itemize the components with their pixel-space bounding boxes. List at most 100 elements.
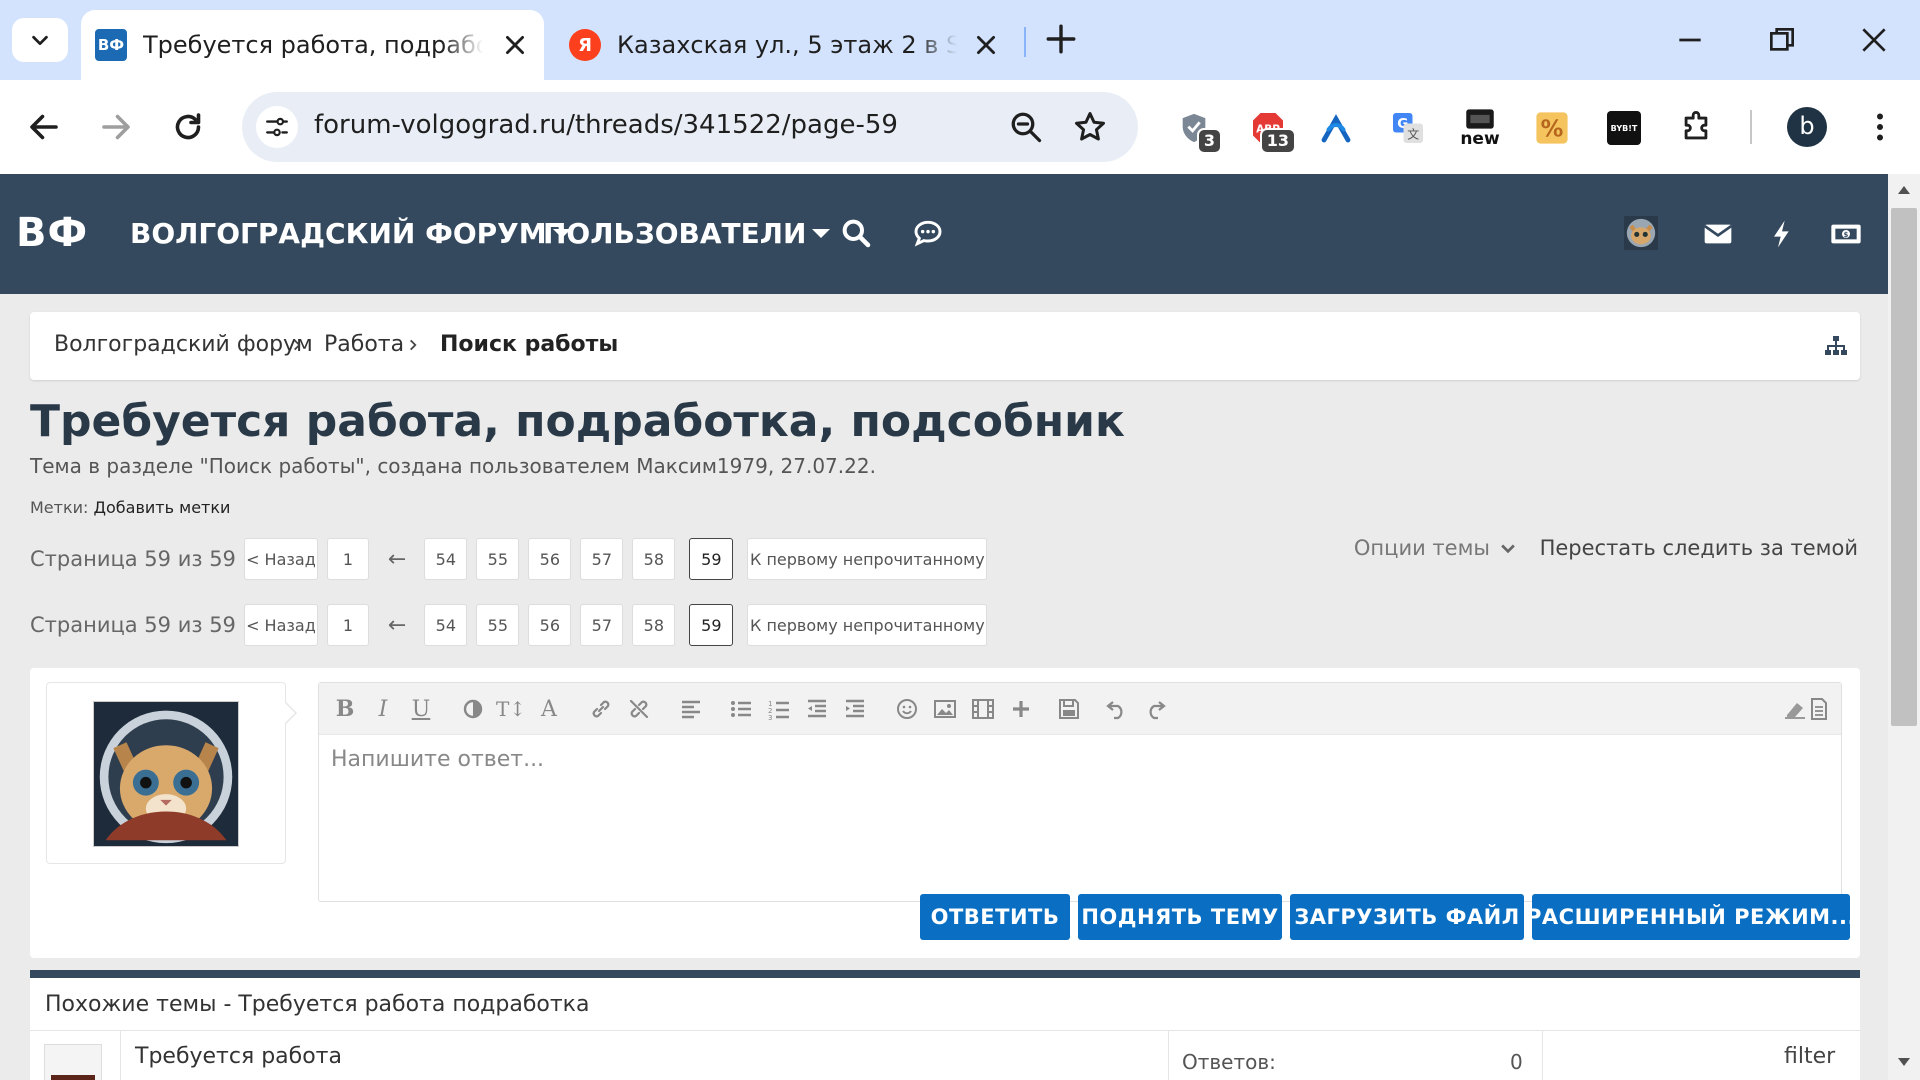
bullet-list-icon[interactable]	[729, 697, 753, 721]
reload-icon[interactable]	[170, 109, 206, 145]
similar-threads: Похожие темы - Требуется работа подработ…	[30, 970, 1860, 1080]
page-link-current[interactable]: 59	[689, 538, 734, 580]
page-link-first[interactable]: 1	[326, 538, 369, 580]
unwatch-thread-link[interactable]: Перестать следить за темой	[1540, 536, 1858, 560]
outdent-icon[interactable]	[805, 697, 829, 721]
indent-icon[interactable]	[843, 697, 867, 721]
save-draft-icon[interactable]	[1057, 697, 1081, 721]
search-icon[interactable]	[840, 217, 872, 249]
advanced-mode-button[interactable]: РАСШИРЕННЫЙ РЕЖИМ...	[1526, 894, 1855, 940]
numbered-list-icon[interactable]: 123	[767, 697, 791, 721]
page-link[interactable]: 55	[476, 604, 520, 646]
translate-extension-icon[interactable]: G文	[1386, 106, 1430, 150]
page-link[interactable]: 54	[424, 538, 468, 580]
first-unread-button[interactable]: К первому непрочитанному	[747, 538, 988, 580]
nav-menu-forum[interactable]: ВОЛГОГРАДСКИЙ ФОРУМ	[130, 217, 571, 250]
eraser-icon[interactable]	[1783, 697, 1807, 721]
upload-file-button[interactable]: ЗАГРУЗИТЬ ФАЙЛ	[1290, 894, 1524, 940]
close-tab-icon[interactable]	[502, 32, 528, 58]
add-tags-link[interactable]: Добавить метки	[94, 498, 231, 517]
coupon-extension-icon[interactable]: %	[1530, 106, 1574, 150]
smiley-icon[interactable]	[895, 697, 919, 721]
page-link[interactable]: 55	[476, 538, 520, 580]
close-window-icon[interactable]	[1858, 24, 1890, 56]
page-gap-arrow[interactable]: ←	[388, 547, 406, 572]
page-link[interactable]: 58	[632, 604, 676, 646]
similar-threads-heading: Похожие темы - Требуется работа подработ…	[45, 992, 590, 1017]
prev-page-button[interactable]: < Назад	[243, 538, 318, 580]
image-icon[interactable]	[933, 697, 957, 721]
scrollbar-thumb[interactable]	[1891, 208, 1917, 726]
forum-logo[interactable]: ВФ	[16, 210, 88, 256]
unlink-icon[interactable]	[627, 697, 651, 721]
page-link-first[interactable]: 1	[326, 604, 369, 646]
underline-icon[interactable]: U	[409, 697, 433, 722]
user-avatar-icon[interactable]	[1624, 216, 1658, 250]
adblock-extension-icon[interactable]: ABP 13	[1246, 106, 1296, 154]
text-color-icon[interactable]	[461, 697, 485, 721]
bold-icon[interactable]: B	[333, 696, 357, 722]
kebab-menu-icon[interactable]	[1862, 109, 1898, 145]
site-info-button[interactable]	[256, 106, 298, 148]
link-icon[interactable]	[589, 697, 613, 721]
toggle-bbcode-icon[interactable]	[1807, 697, 1831, 721]
reply-button[interactable]: ОТВЕТИТЬ	[920, 894, 1070, 940]
prev-page-button[interactable]: < Назад	[243, 604, 318, 646]
tab-forum[interactable]: ВФ Требуется работа, подработка, подсобн…	[81, 10, 544, 80]
reply-editor[interactable]: B I U T↕ A 123 Напишите ответ...	[318, 682, 1842, 902]
tab-search-button[interactable]	[12, 18, 68, 62]
insert-plus-icon[interactable]	[1009, 697, 1033, 721]
thread-options-dropdown[interactable]: Опции темы	[1354, 536, 1518, 560]
redo-icon[interactable]	[1143, 697, 1167, 721]
font-size-icon[interactable]: T↕	[496, 697, 526, 721]
shield-extension-icon[interactable]: 3	[1172, 106, 1222, 154]
breadcrumb-item[interactable]: Волгоградский форум	[54, 332, 313, 357]
similar-thread-filter[interactable]: filter	[1784, 1044, 1835, 1069]
italic-icon[interactable]: I	[371, 697, 395, 722]
mail-icon[interactable]	[1702, 218, 1734, 250]
media-icon[interactable]	[971, 697, 995, 721]
ribbon-extension-icon[interactable]	[1314, 106, 1358, 150]
align-icon[interactable]	[679, 697, 703, 721]
font-family-icon[interactable]: A	[537, 697, 561, 722]
breadcrumb-current[interactable]: Поиск работы	[440, 332, 618, 357]
money-icon[interactable]: $	[1830, 218, 1862, 250]
page-link[interactable]: 56	[528, 538, 572, 580]
puzzle-extensions-icon[interactable]	[1674, 106, 1718, 150]
breadcrumb-item[interactable]: Работа	[324, 332, 404, 357]
address-bar[interactable]: forum-volgograd.ru/threads/341522/page-5…	[242, 92, 1138, 162]
page-gap-arrow[interactable]: ←	[388, 613, 406, 638]
new-tab-plus-icon[interactable]	[1044, 22, 1078, 56]
page-link-current[interactable]: 59	[689, 604, 734, 646]
page-scrollbar[interactable]	[1888, 174, 1920, 1080]
scroll-up-arrow-icon[interactable]	[1896, 184, 1912, 196]
bump-thread-button[interactable]: ПОДНЯТЬ ТЕМУ	[1078, 894, 1282, 940]
page-link[interactable]: 56	[528, 604, 572, 646]
tab-yandex[interactable]: Я Казахская ул., 5 этаж 2 в Service	[555, 10, 1015, 80]
profile-avatar[interactable]: b	[1787, 107, 1827, 147]
close-tab-icon[interactable]	[973, 32, 999, 58]
chat-bubble-icon[interactable]	[912, 217, 944, 249]
bybit-extension-icon[interactable]: BYB!T	[1602, 106, 1646, 150]
zoom-icon[interactable]	[1008, 109, 1044, 145]
lightning-alerts-icon[interactable]	[1766, 218, 1798, 250]
sitemap-icon[interactable]	[1824, 334, 1848, 358]
back-arrow-icon[interactable]	[26, 109, 62, 145]
user-avatar-image[interactable]	[93, 701, 239, 847]
page-link[interactable]: 57	[580, 538, 624, 580]
page-link[interactable]: 58	[632, 538, 676, 580]
thread-author-avatar[interactable]	[44, 1044, 102, 1080]
similar-thread-title[interactable]: Требуется работа	[135, 1044, 342, 1069]
nav-menu-users[interactable]: ПОЛЬЗОВАТЕЛИ	[543, 217, 831, 250]
page-link[interactable]: 57	[580, 604, 624, 646]
calendar-extension-icon[interactable]: new	[1458, 106, 1502, 150]
minimize-window-icon[interactable]	[1674, 24, 1706, 56]
forward-arrow-icon[interactable]	[98, 109, 134, 145]
bookmark-star-icon[interactable]	[1072, 109, 1108, 145]
first-unread-button[interactable]: К первому непрочитанному	[747, 604, 988, 646]
undo-icon[interactable]	[1105, 697, 1129, 721]
svg-text:3: 3	[768, 714, 772, 721]
restore-window-icon[interactable]	[1766, 24, 1798, 56]
scroll-down-arrow-icon[interactable]	[1896, 1056, 1912, 1068]
page-link[interactable]: 54	[424, 604, 468, 646]
